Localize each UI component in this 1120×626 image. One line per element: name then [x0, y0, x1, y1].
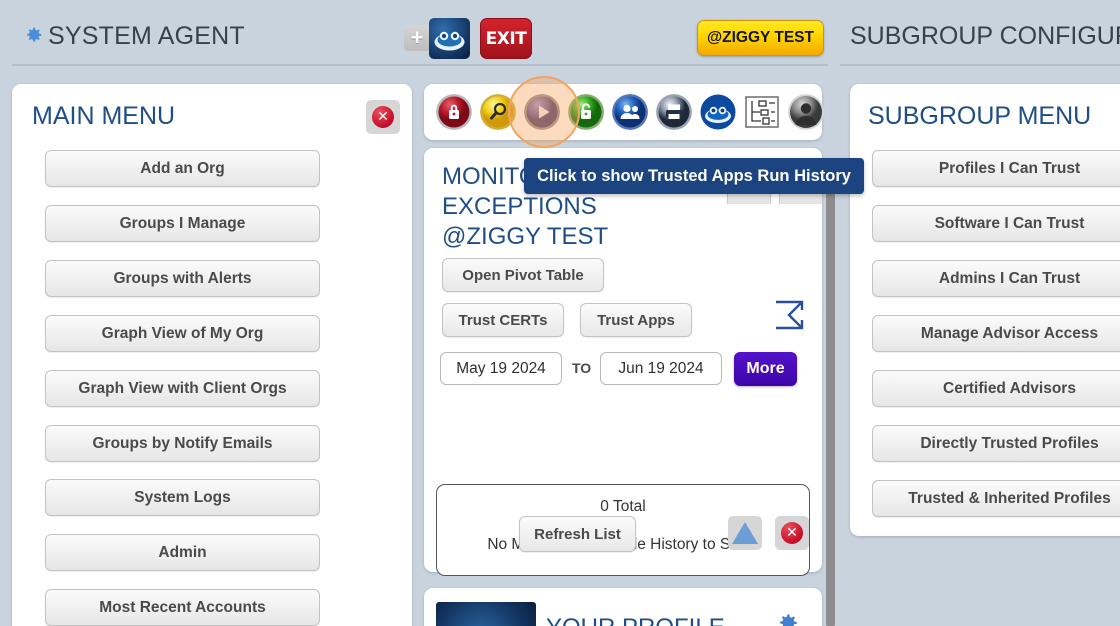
gear-icon — [22, 24, 44, 46]
sigma-sum-icon[interactable] — [772, 298, 806, 339]
header-mid-section: EXIT @ZIGGY TEST — [424, 0, 828, 66]
user-avatar-icon[interactable] — [788, 94, 824, 130]
header-left-section: SYSTEM AGENT + — [12, 0, 430, 66]
close-icon: ✕ — [781, 522, 803, 544]
subgroup-item-directly-trusted-profiles[interactable]: Directly Trusted Profiles — [872, 425, 1120, 462]
workflow-diagram-icon[interactable] — [744, 94, 780, 130]
subgroup-item-certified-advisors[interactable]: Certified Advisors — [872, 370, 1120, 407]
app-header: SYSTEM AGENT + EXIT @ZIGGY TEST SUBGROUP — [0, 0, 1120, 68]
monitor-title-line2: EXCEPTIONS — [442, 193, 597, 220]
main-menu-close-button[interactable]: ✕ — [366, 100, 400, 134]
gear-icon[interactable] — [774, 610, 800, 626]
your-profile-panel: YOUR PROFILE — [424, 588, 822, 626]
subgroup-item-profiles-i-can-trust[interactable]: Profiles I Can Trust — [872, 150, 1120, 187]
red-lock-icon[interactable] — [436, 94, 472, 130]
date-to-field[interactable]: Jun 19 2024 — [600, 352, 722, 385]
subgroup-item-manage-advisor-access[interactable]: Manage Advisor Access — [872, 315, 1120, 352]
main-menu-item-graph-view-of-my-org[interactable]: Graph View of My Org — [45, 315, 320, 352]
main-menu-item-groups-by-notify-emails[interactable]: Groups by Notify Emails — [45, 425, 320, 462]
cloud-logo-icon[interactable] — [700, 94, 736, 130]
monitor-title-line3: @ZIGGY TEST — [442, 223, 609, 250]
exit-button-label: EXIT — [485, 28, 527, 49]
exit-button[interactable]: EXIT — [480, 18, 532, 59]
date-range-separator-label: TO — [572, 360, 592, 376]
main-menu-item-groups-i-manage[interactable]: Groups I Manage — [45, 205, 320, 242]
tooltip: Click to show Trusted Apps Run History — [524, 158, 864, 194]
monitor-panel-close-button[interactable]: ✕ — [775, 516, 809, 550]
scrollbar-thumb[interactable] — [826, 172, 835, 626]
subgroup-item-trusted-inherited-profiles[interactable]: Trusted & Inherited Profiles — [872, 480, 1120, 517]
main-menu-item-graph-view-with-client-orgs[interactable]: Graph View with Client Orgs — [45, 370, 320, 407]
close-icon: ✕ — [372, 106, 394, 128]
date-from-field[interactable]: May 19 2024 — [440, 352, 562, 385]
main-menu-panel: MAIN MENU ✕ Add an Org Groups I Manage G… — [12, 84, 412, 626]
main-menu-item-groups-with-alerts[interactable]: Groups with Alerts — [45, 260, 320, 297]
open-pivot-table-button[interactable]: Open Pivot Table — [442, 258, 604, 292]
main-menu-item-most-recent-accounts[interactable]: Most Recent Accounts — [45, 589, 320, 626]
results-total-label: 0 Total — [600, 498, 646, 515]
subgroup-menu-panel: SUBGROUP MENU Profiles I Can Trust Softw… — [850, 84, 1120, 536]
main-menu-title: MAIN MENU — [32, 102, 176, 130]
scroll-to-top-button[interactable] — [728, 516, 762, 550]
trust-certs-button[interactable]: Trust CERTs — [442, 303, 564, 337]
icon-toolbar — [424, 84, 824, 140]
page-title: SYSTEM AGENT — [48, 22, 245, 50]
main-menu-item-system-logs[interactable]: System Logs — [45, 479, 320, 516]
account-badge[interactable]: @ZIGGY TEST — [697, 20, 824, 56]
triangle-up-icon — [732, 522, 758, 544]
cloud-logo-icon[interactable] — [429, 18, 470, 59]
cloud-logo-icon — [436, 602, 536, 626]
printer-icon[interactable] — [656, 94, 692, 130]
app-window: SYSTEM AGENT + EXIT @ZIGGY TEST SUBGROUP — [0, 0, 1120, 626]
subgroup-configuration-title: SUBGROUP CONFIGURATION — [850, 22, 1120, 50]
trust-apps-button[interactable]: Trust Apps — [580, 303, 692, 337]
header-right-section: SUBGROUP CONFIGURATION — [840, 0, 1120, 66]
monitor-mode-exceptions-panel: MONITOR MODE EXCEPTIONS @ZIGGY TEST Open… — [424, 148, 822, 576]
subgroup-item-software-i-can-trust[interactable]: Software I Can Trust — [872, 205, 1120, 242]
refresh-list-button[interactable]: Refresh List — [519, 516, 636, 552]
more-button[interactable]: More — [734, 352, 797, 386]
your-profile-title: YOUR PROFILE — [546, 614, 725, 626]
blue-users-icon[interactable] — [612, 94, 648, 130]
main-menu-item-add-an-org[interactable]: Add an Org — [45, 150, 320, 187]
click-highlight-ring — [508, 76, 580, 148]
subgroup-item-admins-i-can-trust[interactable]: Admins I Can Trust — [872, 260, 1120, 297]
main-menu-item-admin[interactable]: Admin — [45, 534, 320, 571]
subgroup-menu-title: SUBGROUP MENU — [868, 102, 1092, 130]
